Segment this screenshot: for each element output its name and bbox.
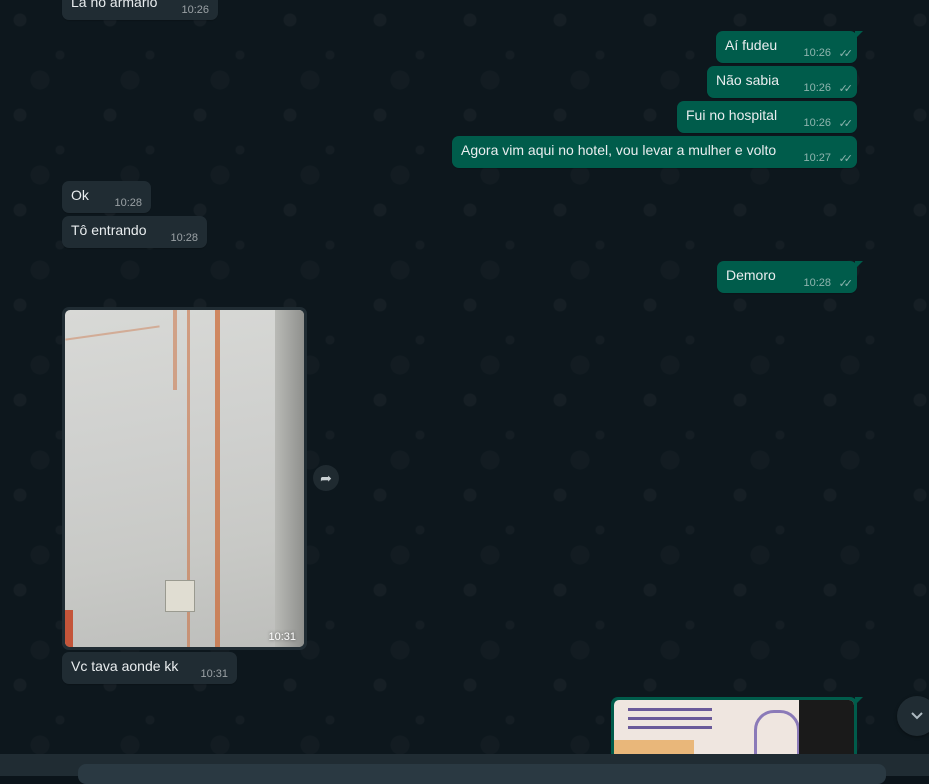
message-text: Aí fudeu [725, 37, 778, 53]
message-incoming[interactable]: Tô entrando 10:28 [62, 216, 207, 248]
message-outgoing[interactable]: Fui no hospital 10:26 ✓✓ [677, 101, 857, 133]
message-time: 10:28 [170, 232, 198, 244]
message-outgoing[interactable]: Aí fudeu 10:26 ✓✓ [716, 31, 857, 63]
message-text: Vc tava aonde kk [71, 658, 179, 674]
message-text: Fui no hospital [686, 107, 778, 123]
message-incoming-media[interactable]: 10:31 [62, 307, 307, 650]
double-check-icon: ✓✓ [838, 118, 854, 130]
message-text: Não sabia [716, 72, 780, 88]
double-check-icon: ✓✓ [838, 153, 854, 165]
photo-thumbnail[interactable]: 10:31 [65, 310, 304, 647]
message-input[interactable] [78, 764, 886, 784]
message-outgoing[interactable]: Agora vim aqui no hotel, vou levar a mul… [452, 136, 857, 168]
message-outgoing[interactable]: Demoro 10:28 ✓✓ [717, 261, 857, 293]
chevron-down-icon[interactable] [897, 696, 929, 736]
message-text: Ok [71, 187, 89, 203]
message-time: 10:26 [181, 4, 209, 16]
bubble-tail [855, 261, 863, 269]
compose-bar [0, 754, 929, 784]
message-time: 10:26 [803, 117, 831, 129]
bubble-tail [855, 31, 863, 39]
bubble-tail [855, 697, 863, 705]
message-outgoing[interactable]: Não sabia 10:26 ✓✓ [707, 66, 857, 98]
message-incoming[interactable]: Ok 10:28 [62, 181, 151, 213]
message-time: 10:31 [200, 668, 228, 680]
message-time: 10:28 [803, 277, 831, 289]
message-incoming[interactable]: Vc tava aonde kk 10:31 [62, 652, 237, 684]
double-check-icon: ✓✓ [838, 48, 854, 60]
double-check-icon: ✓✓ [838, 278, 854, 290]
message-time: 10:31 [268, 631, 296, 643]
message-incoming[interactable]: Lá no armário 10:26 [62, 0, 218, 20]
message-time: 10:27 [803, 152, 831, 164]
double-check-icon: ✓✓ [838, 83, 854, 95]
message-text: Tô entrando [71, 222, 147, 238]
message-time: 10:26 [803, 82, 831, 94]
message-text: Lá no armário [71, 0, 158, 10]
message-time: 10:26 [803, 47, 831, 59]
message-text: Agora vim aqui no hotel, vou levar a mul… [461, 142, 777, 158]
message-text: Demoro [726, 267, 776, 283]
forward-arrow-icon[interactable]: ➦ [313, 465, 339, 491]
